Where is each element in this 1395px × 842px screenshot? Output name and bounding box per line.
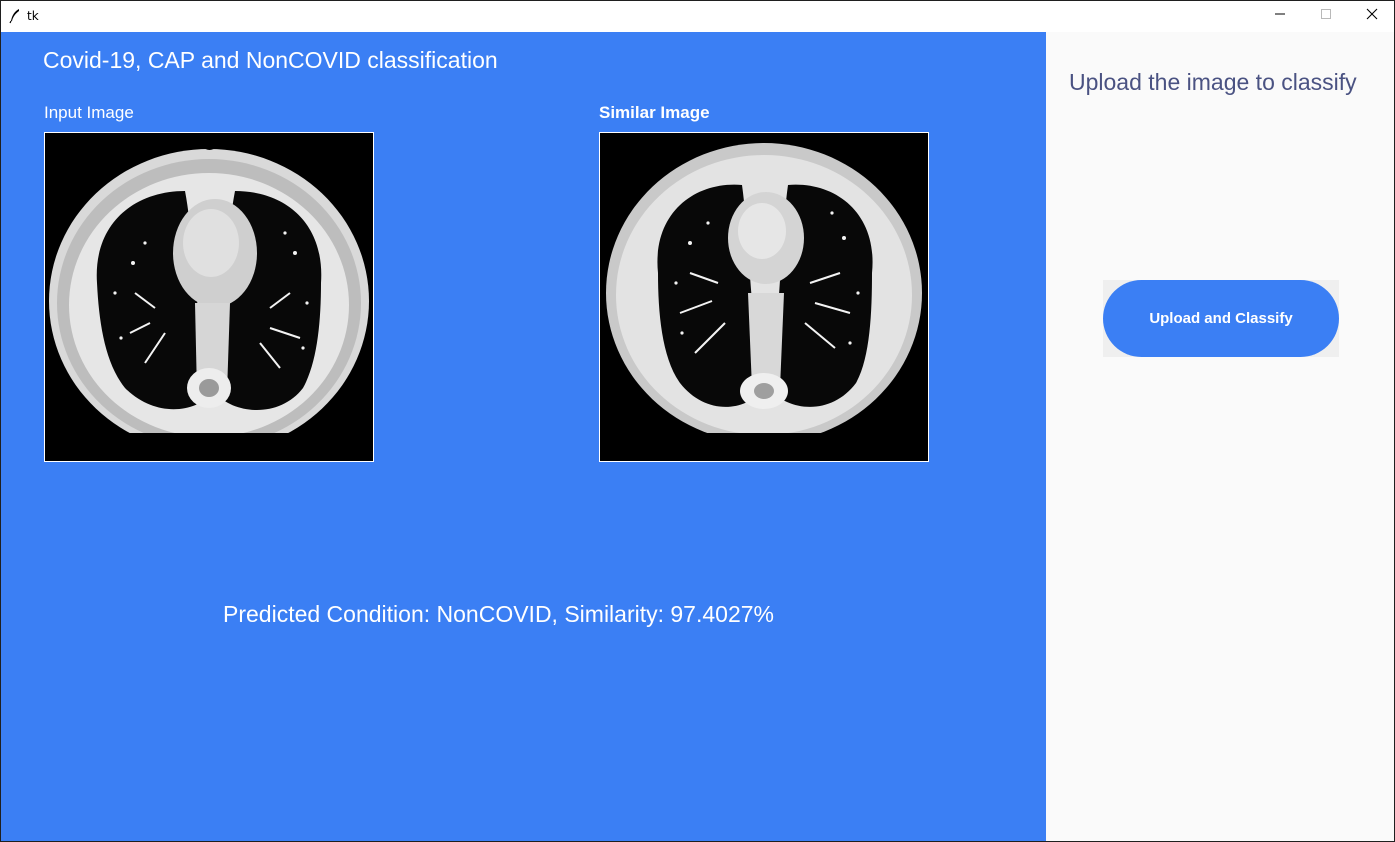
maximize-icon bbox=[1320, 7, 1332, 25]
title-bar[interactable]: tk bbox=[1, 1, 1394, 31]
similar-image-label: Similar Image bbox=[599, 103, 710, 122]
feather-icon bbox=[9, 8, 21, 24]
maximize-button[interactable] bbox=[1303, 1, 1349, 31]
upload-and-classify-button[interactable]: Upload and Classify bbox=[1103, 280, 1339, 357]
minimize-icon bbox=[1274, 7, 1286, 25]
input-image-label: Input Image bbox=[44, 103, 134, 122]
upload-button-container: Upload and Classify bbox=[1103, 280, 1339, 357]
upload-instruction: Upload the image to classify bbox=[1069, 69, 1357, 95]
close-icon bbox=[1366, 7, 1378, 25]
similar-ct-image bbox=[599, 132, 929, 462]
window-title: tk bbox=[27, 9, 39, 23]
prediction-result: Predicted Condition: NonCOVID, Similarit… bbox=[223, 601, 774, 627]
input-ct-image bbox=[44, 132, 374, 462]
main-panel: Covid-19, CAP and NonCOVID classificatio… bbox=[1, 32, 1046, 841]
app-title: Covid-19, CAP and NonCOVID classificatio… bbox=[43, 47, 498, 73]
minimize-button[interactable] bbox=[1257, 1, 1303, 31]
app-window: tk Covid-19, CAP and NonCOVID classifica… bbox=[0, 0, 1395, 842]
side-panel: Upload the image to classify Upload and … bbox=[1046, 32, 1394, 841]
close-button[interactable] bbox=[1349, 1, 1394, 31]
